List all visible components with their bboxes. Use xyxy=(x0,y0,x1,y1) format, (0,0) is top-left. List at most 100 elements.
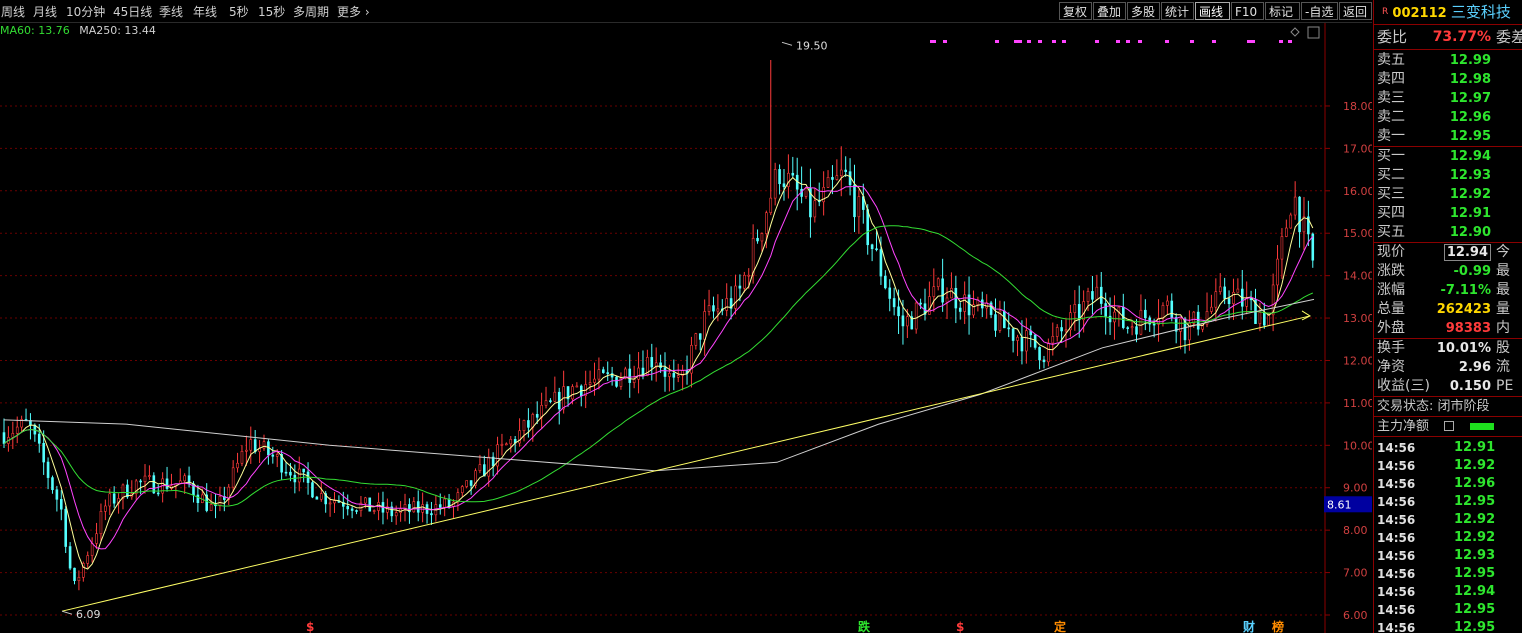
quote-row: 涨跌 -0.99 最 xyxy=(1374,262,1522,281)
candle-body xyxy=(209,504,213,511)
candle-body xyxy=(1280,236,1284,260)
candle-body xyxy=(1016,336,1019,341)
row-value: 12.91 xyxy=(1449,206,1491,221)
signal-dot xyxy=(1138,40,1142,43)
tool-self-select[interactable]: -自选 xyxy=(1301,2,1338,20)
tool-back[interactable]: 返回 xyxy=(1339,2,1372,20)
tool-restore-rights[interactable]: 复权 xyxy=(1059,2,1092,20)
candle-body xyxy=(333,500,336,504)
signal-dot xyxy=(1095,40,1099,43)
candle-body xyxy=(1047,342,1050,363)
tick-row: 14:56 12.93 xyxy=(1374,547,1522,565)
candle-body xyxy=(1104,303,1107,317)
candle-body xyxy=(64,508,67,547)
candle-body xyxy=(1020,336,1024,352)
candle-body xyxy=(139,480,142,483)
tick-list[interactable]: 14:56 12.91 14:56 12.92 14:56 12.96 14:56 12.95… xyxy=(1374,437,1522,633)
period-weekly[interactable]: 周线 xyxy=(1,3,25,20)
tick-time: 14:56 xyxy=(1377,477,1416,491)
candle-body xyxy=(615,376,618,387)
candle-body xyxy=(544,400,548,406)
tool-overlay[interactable]: 叠加 xyxy=(1093,2,1126,20)
candle-body xyxy=(919,302,922,305)
tool-draw-line[interactable]: 画线 xyxy=(1195,2,1230,20)
quote-row: 涨幅 -7.11% 最 xyxy=(1374,281,1522,300)
period-quarterly[interactable]: 季线 xyxy=(159,3,183,20)
period-45day[interactable]: 45日线 xyxy=(113,3,152,20)
candle-body xyxy=(1298,196,1301,233)
event-marker: $ xyxy=(306,620,314,633)
candle-body xyxy=(245,449,248,452)
period-more[interactable]: 更多 › xyxy=(337,3,370,20)
candle-body xyxy=(460,486,464,493)
candle-body xyxy=(156,492,160,495)
candle-body xyxy=(231,467,235,488)
chevron-right-icon: › xyxy=(361,5,370,19)
signal-dot xyxy=(1116,40,1120,43)
candle-body xyxy=(936,278,940,288)
period-monthly[interactable]: 月线 xyxy=(33,3,57,20)
ma60-legend: MA60: 13.76 xyxy=(0,24,70,37)
row-value: 12.92 xyxy=(1449,187,1491,202)
y-tick-label: 6.00 xyxy=(1343,609,1368,622)
candle-body xyxy=(632,378,636,383)
row-tail: 股 xyxy=(1496,340,1510,356)
candle-body xyxy=(412,501,416,513)
tick-row: 14:56 12.95 xyxy=(1374,565,1522,583)
ma250-legend: MA250: 13.44 xyxy=(79,24,156,37)
candle-body xyxy=(914,302,918,330)
tool-statistics[interactable]: 统计 xyxy=(1161,2,1194,20)
tool-mark[interactable]: 标记 xyxy=(1265,2,1300,20)
tick-row: 14:56 12.95 xyxy=(1374,493,1522,511)
ma10-line xyxy=(3,185,1314,550)
kline-chart-svg: 6.00 7.00 8.00 9.00 10.00 11.00 12.00 13.00 14.0… xyxy=(0,23,1372,633)
candle-body xyxy=(756,237,759,242)
capital-bar xyxy=(1470,423,1494,430)
candle-body xyxy=(602,369,605,373)
candle-body xyxy=(218,496,222,507)
period-multi[interactable]: 多周期 xyxy=(293,3,329,20)
candle-body xyxy=(465,480,469,487)
row-tail: 流 xyxy=(1496,359,1510,375)
candle-body xyxy=(1091,291,1094,300)
row-value: 12.96 xyxy=(1449,110,1491,125)
candle-body xyxy=(597,369,601,380)
capital-label: 主力净额 xyxy=(1377,419,1430,434)
tool-multi-stock[interactable]: 多股 xyxy=(1127,2,1160,20)
candle-body xyxy=(571,386,574,400)
kline-chart[interactable]: 6.00 7.00 8.00 9.00 10.00 11.00 12.00 13.00 14.0… xyxy=(0,23,1372,633)
row-tail: 最 xyxy=(1496,263,1510,279)
period-5sec[interactable]: 5秒 xyxy=(229,3,249,20)
quote-row: 总量 262423 量 xyxy=(1374,300,1522,319)
period-10min[interactable]: 10分钟 xyxy=(66,3,105,20)
price-marker-label: 8.61 xyxy=(1327,498,1352,511)
diamond-icon xyxy=(1290,27,1300,37)
sell-orders: 卖五 12.99 卖四 12.98 卖三 12.97 卖二 12.96 卖一 12.95 xyxy=(1374,50,1522,146)
tool-f10[interactable]: F10 xyxy=(1231,2,1264,20)
candle-body xyxy=(716,308,720,312)
capital-row[interactable]: 主力净额 xyxy=(1374,416,1522,436)
tick-price: 12.92 xyxy=(1454,458,1496,473)
tick-price: 12.91 xyxy=(1454,440,1496,455)
y-tick-label: 12.00 xyxy=(1343,354,1372,367)
tick-price: 12.95 xyxy=(1454,494,1496,509)
annotation-pointer xyxy=(61,610,73,615)
period-yearly[interactable]: 年线 xyxy=(193,3,217,20)
candle-body xyxy=(932,286,936,297)
candle-body xyxy=(751,237,755,276)
candle-body xyxy=(1060,327,1063,332)
signal-dot xyxy=(1288,40,1292,43)
tick-price: 12.92 xyxy=(1454,512,1496,527)
row-value: -0.99 xyxy=(1453,264,1491,279)
list-icon[interactable] xyxy=(1444,421,1454,431)
y-tick-label: 8.00 xyxy=(1343,524,1368,537)
candle-body xyxy=(901,315,905,327)
row-value: 262423 xyxy=(1436,302,1491,317)
tick-price: 12.94 xyxy=(1454,584,1496,599)
candle-body xyxy=(707,305,711,312)
trend-arrow-icon xyxy=(1301,310,1312,321)
period-15sec[interactable]: 15秒 xyxy=(258,3,285,20)
candle-body xyxy=(15,426,19,434)
candle-body xyxy=(469,480,473,486)
chart-marks: 19.50 6.09 $ 跌 $ 定 财 榜 xyxy=(61,39,1292,633)
